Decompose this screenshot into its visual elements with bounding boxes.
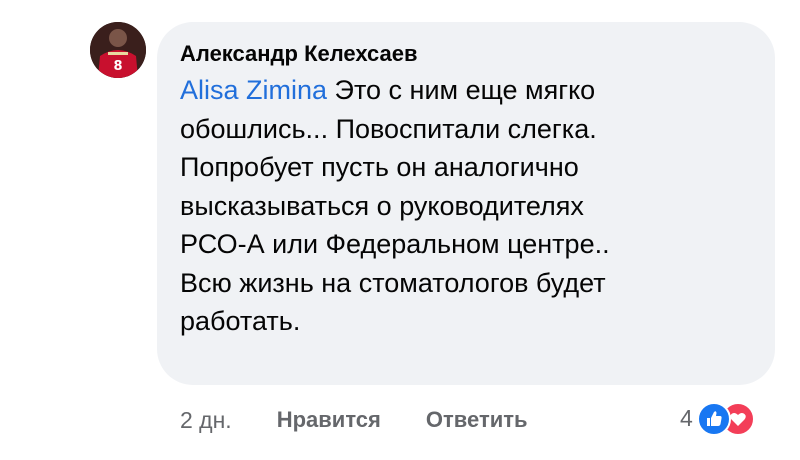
comment-line: высказываться о руководителях <box>180 190 584 221</box>
reaction-icons <box>696 400 767 436</box>
comment-line: Всю жизнь на стоматологов будет <box>180 267 606 298</box>
reaction-count: 4 <box>680 404 693 431</box>
comment-line: работать. <box>180 306 301 336</box>
reply-button[interactable]: Ответить <box>426 407 528 433</box>
like-icon <box>696 402 731 436</box>
comment-author[interactable]: Александр Келехсаев <box>180 39 755 69</box>
comment-bubble: Александр Келехсаев Alisa Zimina Это с н… <box>157 22 775 385</box>
mention-link[interactable]: Alisa Zimina <box>180 75 327 105</box>
comment-line-text: Это с ним еще мягко <box>327 75 596 105</box>
comment-line: Попробует пусть он аналогично <box>180 152 579 182</box>
comment-line: РСО-А или Федеральном центре.. <box>180 229 610 259</box>
svg-text:8: 8 <box>113 59 122 74</box>
comment-line: Alisa Zimina Это с ним еще мягко <box>180 71 755 110</box>
comment-actions: 2 дн. Нравится Ответить <box>180 400 528 440</box>
avatar[interactable]: 8 <box>90 22 146 78</box>
comment-timestamp[interactable]: 2 дн. <box>180 407 232 434</box>
reactions-summary[interactable]: 4 <box>680 400 767 436</box>
comment-container: 8 Александр Келехсаев Alisa Zimina Это с… <box>0 0 800 460</box>
like-button[interactable]: Нравится <box>277 407 381 433</box>
comment-text: Alisa Zimina Это с ним еще мягко обошлис… <box>180 71 755 341</box>
avatar-image: 8 <box>90 22 146 78</box>
comment-line: обошлись... Повоспитали слегка. <box>180 113 597 144</box>
